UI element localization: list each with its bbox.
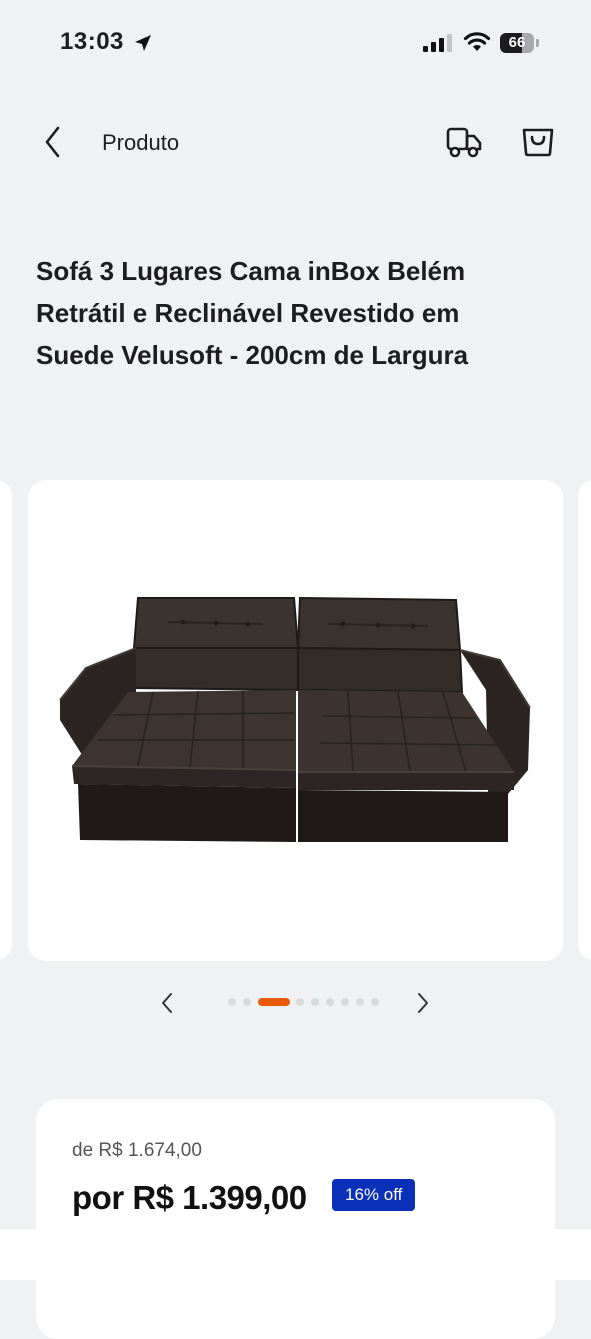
gallery-next-card[interactable] [578, 480, 591, 960]
chevron-left-icon [45, 126, 60, 158]
battery-level: 66 [508, 34, 526, 51]
status-time: 13:03 [60, 28, 124, 55]
gallery-prev-button[interactable] [154, 988, 182, 1018]
cellular-signal-icon [423, 34, 452, 52]
pagination-dot[interactable] [243, 998, 251, 1006]
delivery-truck-icon [446, 127, 482, 158]
old-price: de R$ 1.674,00 [72, 1140, 202, 1161]
status-bar: 13:03 66 [0, 0, 591, 88]
pagination-dot[interactable] [228, 998, 236, 1006]
pagination-dot[interactable] [326, 998, 334, 1006]
shopping-bag-icon [522, 128, 554, 157]
chevron-left-icon [162, 993, 172, 1013]
pagination-dot[interactable] [371, 998, 379, 1006]
battery-icon: 66 [500, 33, 540, 53]
gallery-prev-card[interactable] [0, 480, 12, 960]
product-image-card[interactable] [28, 480, 563, 961]
bottom-bar [0, 1229, 591, 1280]
wifi-icon [463, 32, 491, 51]
gallery-next-button[interactable] [408, 988, 436, 1018]
location-arrow-icon [135, 35, 151, 51]
discount-badge: 16% off [332, 1179, 416, 1211]
pagination-dot[interactable] [296, 998, 304, 1006]
price-card: de R$ 1.674,00 por R$ 1.399,00 16% off [36, 1099, 555, 1339]
chevron-right-icon [418, 993, 428, 1013]
current-price: por R$ 1.399,00 [72, 1179, 307, 1216]
page-title: Produto [102, 130, 180, 155]
sofa-image [59, 596, 531, 842]
pagination-dot[interactable] [341, 998, 349, 1006]
pagination-dot-active[interactable] [258, 998, 290, 1006]
product-title: Sofá 3 Lugares Cama inBox Belém Retrátil… [36, 256, 469, 370]
delivery-button[interactable] [444, 122, 484, 162]
back-button[interactable] [36, 122, 72, 162]
pagination-dot[interactable] [311, 998, 319, 1006]
pagination-dot[interactable] [356, 998, 364, 1006]
cart-button[interactable] [518, 120, 558, 160]
